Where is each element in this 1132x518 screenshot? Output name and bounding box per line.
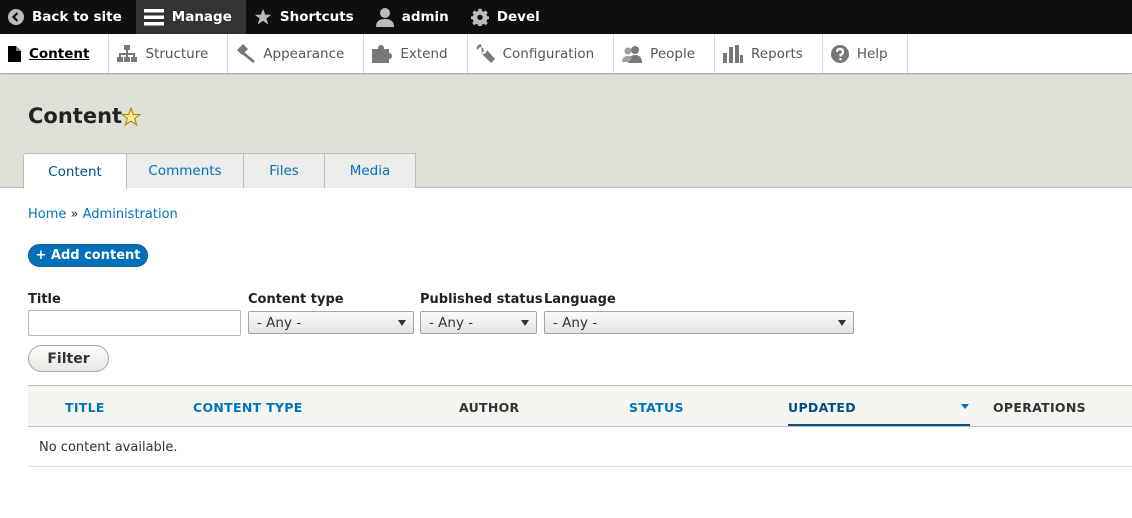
hamburger-menu-icon (143, 9, 164, 26)
content-type-filter-label: Content type (248, 292, 344, 307)
content-type-select[interactable]: - Any - (248, 311, 414, 334)
tab-content[interactable]: Content (23, 153, 127, 189)
tab-media[interactable]: Media (324, 153, 416, 188)
column-header-status[interactable]: STATUS (629, 400, 684, 415)
tray-item-extend-label: Extend (400, 45, 448, 62)
paintbrush-icon (237, 44, 256, 63)
gear-icon (470, 8, 489, 26)
tab-files[interactable]: Files (243, 153, 325, 188)
chevron-down-icon (398, 320, 406, 326)
puzzle-icon (372, 44, 393, 63)
manage-label: Manage (171, 9, 232, 25)
tray-item-structure-label: Structure (145, 45, 209, 62)
tray-item-configuration-label: Configuration (502, 45, 595, 62)
tray-item-extend[interactable]: Extend (364, 34, 468, 73)
tray-item-structure[interactable]: Structure (109, 34, 229, 73)
primary-tabs: Content Comments Files Media (23, 153, 416, 189)
question-icon (830, 44, 849, 63)
column-header-title[interactable]: TITLE (65, 400, 105, 415)
wrench-icon (476, 44, 495, 63)
table-row: No content available. (28, 427, 1132, 467)
tray-item-help-label: Help (856, 45, 888, 62)
column-header-author: AUTHOR (459, 400, 520, 415)
back-arrow-circle-icon (8, 9, 24, 25)
title-filter-label: Title (28, 292, 61, 307)
page-title: Content (28, 104, 123, 128)
user-link[interactable]: admin (368, 0, 463, 34)
empty-table-message: No content available. (39, 440, 178, 455)
table-header: TITLE CONTENT TYPE AUTHOR STATUS UPDATED… (28, 385, 1132, 427)
tray-item-configuration[interactable]: Configuration (468, 34, 615, 73)
column-header-updated[interactable]: UPDATED (788, 400, 856, 415)
filter-button[interactable]: Filter (28, 345, 109, 372)
star-icon (254, 8, 272, 25)
back-to-site-link[interactable]: Back to site (0, 0, 136, 34)
devel-label: Devel (496, 9, 540, 25)
title-filter-input[interactable] (28, 310, 241, 336)
admin-toolbar: Back to site Manage Shortcuts admin Deve… (0, 0, 1132, 34)
devel-link[interactable]: Devel (463, 0, 554, 34)
breadcrumb-home-link[interactable]: Home (28, 207, 66, 222)
tray-item-people[interactable]: People (614, 34, 716, 73)
user-icon (375, 8, 394, 27)
language-select[interactable]: - Any - (544, 311, 854, 334)
bar-chart-icon (723, 44, 744, 63)
manage-link[interactable]: Manage (135, 0, 246, 34)
tray-item-appearance-label: Appearance (263, 45, 345, 62)
people-icon (622, 45, 643, 63)
active-sort-indicator (788, 424, 970, 426)
file-icon (8, 45, 21, 62)
add-content-button[interactable]: + Add content (28, 244, 148, 267)
user-label: admin (401, 9, 449, 25)
tray-item-content[interactable]: Content (0, 34, 110, 73)
chevron-down-icon (838, 320, 846, 326)
language-select-value: - Any - (553, 314, 598, 331)
column-header-content-type[interactable]: CONTENT TYPE (193, 400, 303, 415)
shortcuts-label: Shortcuts (279, 9, 354, 25)
tab-comments[interactable]: Comments (126, 153, 244, 188)
tray-item-reports-label: Reports (751, 45, 803, 62)
shortcuts-link[interactable]: Shortcuts (246, 0, 368, 34)
sort-descending-icon[interactable] (961, 404, 969, 409)
breadcrumb-separator: » (70, 207, 79, 222)
tray-item-help[interactable]: Help (823, 34, 908, 73)
published-status-select-value: - Any - (429, 314, 474, 331)
published-status-select[interactable]: - Any - (420, 311, 537, 334)
tray-item-content-label: Content (29, 45, 90, 62)
tray-item-reports[interactable]: Reports (715, 34, 823, 73)
published-status-filter-label: Published status (420, 292, 543, 307)
tray-item-people-label: People (650, 45, 696, 62)
chevron-down-icon (521, 320, 529, 326)
column-header-operations: OPERATIONS (993, 400, 1086, 415)
content-type-select-value: - Any - (257, 314, 302, 331)
admin-tray: Content Structure Appearance Extend Conf… (0, 34, 1132, 74)
shortcut-star-icon[interactable] (121, 107, 141, 127)
breadcrumb-administration-link[interactable]: Administration (83, 207, 178, 222)
sitemap-icon (117, 44, 138, 62)
back-to-site-label: Back to site (32, 9, 122, 25)
language-filter-label: Language (544, 292, 616, 307)
breadcrumb: Home » Administration (28, 207, 178, 222)
tray-item-appearance[interactable]: Appearance (228, 34, 365, 73)
